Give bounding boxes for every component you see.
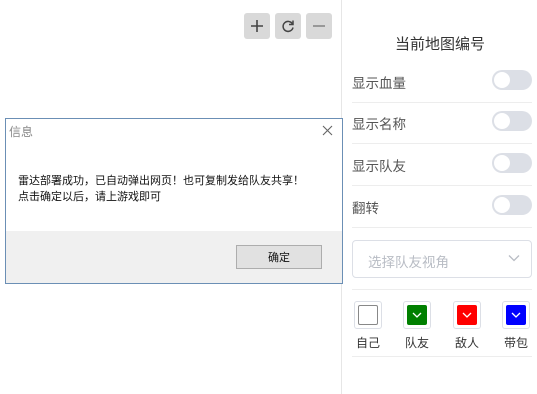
color-label: 自己 bbox=[355, 336, 380, 350]
toggle-label: 显示队友 bbox=[352, 159, 406, 175]
color-enemy: 敌人 bbox=[451, 301, 483, 351]
teammate-view-select[interactable]: 选择队友视角 bbox=[352, 240, 532, 278]
dialog-message-line: 点击确定以后，请上游戏即可 bbox=[18, 190, 161, 203]
show-health-toggle[interactable] bbox=[492, 70, 532, 90]
show-teammates-toggle[interactable] bbox=[492, 153, 532, 173]
dialog-message: 雷达部署成功，已自动弹出网页！也可复制发给队友共享！ 点击确定以后，请上游戏即可 bbox=[18, 173, 304, 205]
color-enemy-picker[interactable] bbox=[453, 301, 481, 329]
refresh-button[interactable] bbox=[275, 13, 301, 39]
color-swatch bbox=[506, 305, 526, 325]
toggle-label: 翻转 bbox=[352, 201, 379, 217]
color-label: 敌人 bbox=[454, 336, 479, 350]
chevron-down-icon bbox=[462, 312, 472, 318]
color-swatch bbox=[407, 305, 427, 325]
dialog-footer: 确定 bbox=[6, 231, 342, 283]
close-icon[interactable] bbox=[322, 125, 333, 136]
color-self: 自己 bbox=[352, 301, 384, 351]
flip-toggle[interactable] bbox=[492, 195, 532, 215]
toggle-knob bbox=[494, 113, 510, 129]
toggle-row-show-health: 显示血量 bbox=[352, 62, 532, 103]
toggle-label: 显示名称 bbox=[352, 117, 406, 133]
info-dialog: 信息 雷达部署成功，已自动弹出网页！也可复制发给队友共享！ 点击确定以后，请上游… bbox=[5, 118, 343, 284]
zoom-in-button[interactable] bbox=[244, 13, 270, 39]
dialog-message-line: 雷达部署成功，已自动弹出网页！也可复制发给队友共享！ bbox=[18, 174, 304, 187]
plus-icon bbox=[251, 20, 263, 32]
toggle-row-show-name: 显示名称 bbox=[352, 103, 532, 144]
color-picker-row: 自己 队友 敌人 带包 bbox=[352, 289, 532, 357]
color-backpack-picker[interactable] bbox=[502, 301, 530, 329]
toggle-label: 显示血量 bbox=[352, 76, 406, 92]
toggle-row-show-teammates: 显示队友 bbox=[352, 145, 532, 186]
toggle-knob bbox=[494, 72, 510, 88]
chevron-down-icon bbox=[508, 255, 520, 262]
color-label: 带包 bbox=[503, 336, 528, 350]
color-teammate: 队友 bbox=[401, 301, 433, 351]
color-backpack: 带包 bbox=[500, 301, 532, 351]
color-label: 队友 bbox=[404, 336, 429, 350]
chevron-down-icon bbox=[511, 312, 521, 318]
refresh-icon bbox=[282, 20, 294, 33]
show-name-toggle[interactable] bbox=[492, 111, 532, 131]
toggle-row-flip: 翻转 bbox=[352, 187, 532, 228]
select-placeholder: 选择队友视角 bbox=[368, 255, 449, 271]
dialog-title: 信息 bbox=[9, 125, 34, 139]
color-self-picker[interactable] bbox=[354, 301, 382, 329]
toggle-knob bbox=[494, 155, 510, 171]
toggle-knob bbox=[494, 197, 510, 213]
color-swatch bbox=[358, 305, 378, 325]
chevron-down-icon bbox=[412, 312, 422, 318]
settings-panel: 当前地图编号 显示血量 显示名称 显示队友 翻转 选择队友视角 自己 队友 敌人… bbox=[341, 0, 537, 394]
color-teammate-picker[interactable] bbox=[403, 301, 431, 329]
color-swatch bbox=[457, 305, 477, 325]
minus-icon bbox=[313, 25, 325, 27]
map-number-title: 当前地图编号 bbox=[394, 35, 485, 53]
ok-button[interactable]: 确定 bbox=[236, 245, 322, 269]
zoom-out-button[interactable] bbox=[306, 13, 332, 39]
